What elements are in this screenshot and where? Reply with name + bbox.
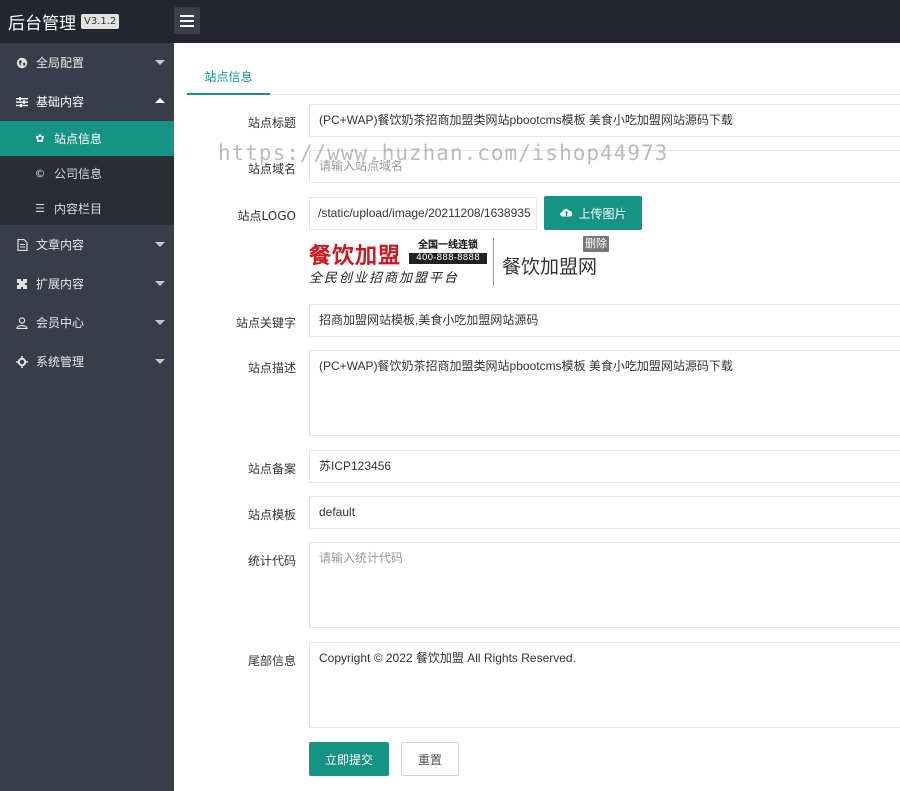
site-description-label: 站点描述 — [247, 361, 296, 375]
site-description-textarea[interactable]: (PC+WAP)餐饮奶茶招商加盟类网站pbootcms模板 美食小吃加盟网站源码… — [309, 350, 900, 436]
sidebar: 全局配置 基础内容 ✿ 站点信息 © 公司信息 ☰ 内容栏目 文章内容 扩展内容… — [0, 43, 174, 791]
submit-button[interactable]: 立即提交 — [309, 742, 389, 776]
upload-image-button[interactable]: 上传图片 — [544, 196, 642, 230]
tab-bar: 站点信息 — [187, 61, 900, 95]
site-logo-label: 站点LOGO — [237, 209, 296, 223]
site-icp-input[interactable]: 苏ICP123456 — [309, 450, 900, 483]
site-domain-input[interactable]: 请输入站点域名 — [309, 150, 900, 183]
sidebar-item-article-content[interactable]: 文章内容 — [0, 225, 174, 264]
sidebar-subitem-site-info[interactable]: ✿ 站点信息 — [0, 121, 174, 156]
logo-preview-image: 餐饮加盟 全国一线连锁 400-888-8888 全民创业招商加盟平台 餐饮加盟… — [309, 236, 614, 288]
gear-icon: ✿ — [35, 132, 45, 145]
site-template-label: 站点模板 — [247, 508, 296, 522]
submenu: ✿ 站点信息 © 公司信息 ☰ 内容栏目 — [0, 121, 174, 225]
list-icon: ☰ — [35, 202, 45, 215]
app-title: 后台管理 — [8, 14, 76, 34]
sidebar-subitem-label: 站点信息 — [54, 132, 103, 146]
site-template-input[interactable]: default — [309, 496, 900, 529]
logo-badge-line1: 全国一线连锁 — [418, 240, 478, 251]
logo-divider — [493, 238, 494, 286]
sidebar-item-extended-content[interactable]: 扩展内容 — [0, 264, 174, 303]
stats-code-textarea[interactable]: 请输入统计代码 — [309, 542, 900, 628]
gear-icon — [16, 355, 28, 368]
tab-site-info[interactable]: 站点信息 — [187, 61, 270, 95]
logo-site-name: 餐饮加盟网 — [502, 256, 598, 278]
site-keywords-input[interactable]: 招商加盟网站模板,美食小吃加盟网站源码 — [309, 304, 900, 337]
logo-brand-text: 餐饮加盟 — [309, 243, 402, 269]
sidebar-item-global-config[interactable]: 全局配置 — [0, 43, 174, 82]
sidebar-item-label: 全局配置 — [36, 56, 85, 70]
upload-button-label: 上传图片 — [578, 206, 627, 221]
user-icon — [16, 316, 28, 329]
site-logo-input[interactable]: /static/upload/image/20211208/1638935 — [309, 197, 537, 230]
copyright-icon: © — [34, 167, 46, 180]
chevron-up-icon — [155, 98, 165, 103]
chevron-down-icon — [155, 60, 165, 65]
sidebar-item-label: 基础内容 — [36, 95, 85, 109]
chevron-down-icon — [155, 359, 165, 364]
sidebar-item-basic-content[interactable]: 基础内容 — [0, 82, 174, 121]
sidebar-item-member-center[interactable]: 会员中心 — [0, 303, 174, 342]
stats-code-label: 统计代码 — [247, 554, 296, 568]
sidebar-item-label: 文章内容 — [36, 238, 85, 252]
sidebar-subitem-content-columns[interactable]: ☰ 内容栏目 — [0, 191, 174, 226]
sidebar-item-label: 系统管理 — [36, 355, 85, 369]
sidebar-item-system-management[interactable]: 系统管理 — [0, 342, 174, 381]
logo-badge: 全国一线连锁 400-888-8888 — [409, 240, 487, 264]
reset-button[interactable]: 重置 — [401, 742, 459, 776]
logo-badge-phone: 400-888-8888 — [409, 253, 487, 264]
sidebar-item-label: 会员中心 — [36, 316, 85, 330]
sidebar-item-label: 扩展内容 — [36, 277, 85, 291]
footer-info-textarea[interactable]: Copyright © 2022 餐饮加盟 All Rights Reserve… — [309, 642, 900, 728]
delete-logo-button[interactable]: 删除 — [583, 236, 609, 252]
logo-slogan: 全民创业招商加盟平台 — [309, 271, 460, 286]
puzzle-icon — [16, 278, 28, 290]
chevron-down-icon — [155, 320, 165, 325]
document-icon — [16, 238, 28, 251]
site-title-input[interactable]: (PC+WAP)餐饮奶茶招商加盟类网站pbootcms模板 美食小吃加盟网站源码… — [309, 104, 900, 137]
chevron-down-icon — [155, 242, 165, 247]
sliders-icon — [16, 96, 28, 108]
chevron-down-icon — [155, 281, 165, 286]
top-bar: 后台管理 V3.1.2 — [0, 0, 900, 43]
sidebar-subitem-label: 内容栏目 — [54, 202, 103, 216]
sidebar-subitem-label: 公司信息 — [54, 167, 103, 181]
site-title-label: 站点标题 — [247, 116, 296, 130]
site-keywords-label: 站点关键字 — [235, 316, 296, 330]
site-icp-label: 站点备案 — [247, 462, 296, 476]
globe-icon — [16, 57, 28, 69]
cloud-upload-icon — [559, 206, 574, 221]
hamburger-icon[interactable] — [174, 7, 200, 34]
sidebar-subitem-company-info[interactable]: © 公司信息 — [0, 156, 174, 191]
footer-info-label: 尾部信息 — [247, 654, 296, 668]
site-domain-label: 站点域名 — [247, 162, 296, 176]
version-badge: V3.1.2 — [81, 14, 120, 29]
brand: 后台管理 V3.1.2 — [0, 0, 174, 43]
